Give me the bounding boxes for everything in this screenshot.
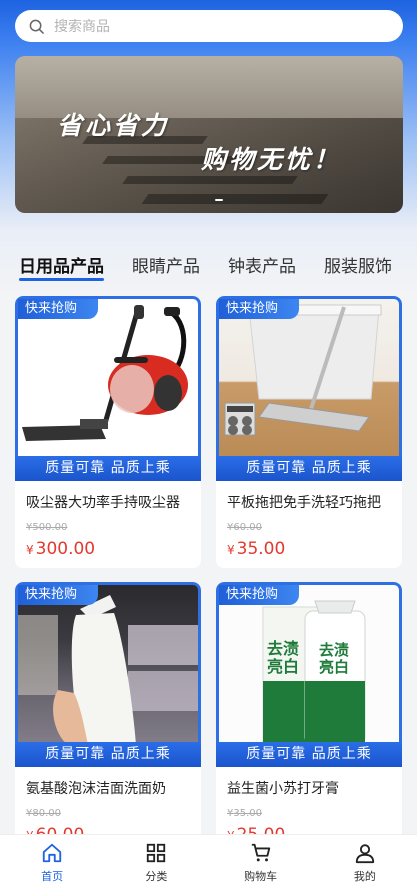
original-price: ¥60.00 xyxy=(227,522,262,533)
category-tabs: 日用品产品 眼睛产品 钟表产品 服装服饰 xyxy=(0,248,417,284)
nav-cart[interactable]: 购物车 xyxy=(209,835,313,886)
product-card[interactable]: 快来抢购 质量可靠 品质上乘 吸尘器大功率手持吸尘器 ¥500.00 ¥300.… xyxy=(15,296,201,568)
quality-strip: 质量可靠 品质上乘 xyxy=(15,742,201,767)
currency-symbol: ¥ xyxy=(26,543,34,557)
banner-indicator[interactable] xyxy=(215,199,223,201)
banner-shadow xyxy=(141,194,329,204)
price-value: 300.00 xyxy=(35,539,96,559)
sale-price: ¥300.00 xyxy=(26,539,95,559)
product-name[interactable]: 平板拖把免手洗轻巧拖把 xyxy=(227,492,392,512)
tab-daily-products[interactable]: 日用品产品 xyxy=(19,248,104,281)
flash-sale-badge: 快来抢购 xyxy=(219,585,299,605)
price-value: 35.00 xyxy=(236,539,286,559)
cart-icon xyxy=(251,843,270,862)
product-image[interactable]: 去渍 亮白 去渍 亮白 xyxy=(216,582,402,767)
quality-strip: 质量可靠 品质上乘 xyxy=(216,456,402,481)
flat-mop-icon xyxy=(224,304,382,436)
nav-cart-label: 购物车 xyxy=(244,870,278,883)
search-icon xyxy=(29,19,44,34)
original-price: ¥35.00 xyxy=(227,808,262,819)
nav-profile[interactable]: 我的 xyxy=(313,835,417,886)
tab-clothing[interactable]: 服装服饰 xyxy=(324,248,392,277)
flash-sale-badge: 快来抢购 xyxy=(219,299,299,319)
search-input[interactable]: 搜索商品 xyxy=(15,10,403,42)
banner-headline-2: 购物无忧！ xyxy=(201,145,342,174)
nav-home-label: 首页 xyxy=(41,870,64,883)
original-price: ¥80.00 xyxy=(26,808,61,819)
quality-strip: 质量可靠 品质上乘 xyxy=(216,742,402,767)
nav-category-label: 分类 xyxy=(145,870,168,883)
product-name[interactable]: 益生菌小苏打牙膏 xyxy=(227,778,392,798)
tab-watch-products[interactable]: 钟表产品 xyxy=(228,248,296,277)
product-name[interactable]: 吸尘器大功率手持吸尘器 xyxy=(26,492,191,512)
toothpaste-tube-label-2: 亮白 xyxy=(319,658,350,676)
product-image[interactable] xyxy=(216,296,402,481)
bottom-nav: 首页 分类 购物车 我的 xyxy=(0,834,417,886)
flash-sale-badge: 快来抢购 xyxy=(18,299,98,319)
toothpaste-icon xyxy=(262,600,366,745)
sale-price: ¥35.00 xyxy=(227,539,285,559)
product-card[interactable]: 快来抢购 质量可靠 品质上乘 平板拖把免手洗轻巧拖把 ¥60.00 ¥35.00 xyxy=(216,296,402,568)
banner-shadow xyxy=(122,176,298,184)
currency-symbol: ¥ xyxy=(227,543,235,557)
cleanser-bottle-icon xyxy=(18,595,198,745)
nav-category[interactable]: 分类 xyxy=(104,835,208,886)
search-placeholder: 搜索商品 xyxy=(54,19,110,35)
user-icon xyxy=(355,844,375,864)
nav-profile-label: 我的 xyxy=(353,870,376,883)
flash-sale-badge: 快来抢购 xyxy=(18,585,98,605)
nav-home[interactable]: 首页 xyxy=(0,835,104,886)
product-card[interactable]: 快来抢购 质量可靠 品质上乘 氨基酸泡沫洁面洗面奶 ¥80.00 ¥60.00 xyxy=(15,582,201,854)
vacuum-cleaner-icon xyxy=(22,305,188,441)
home-icon xyxy=(42,843,62,863)
toothpaste-label-2: 亮白 xyxy=(267,657,300,676)
tab-eye-products[interactable]: 眼睛产品 xyxy=(132,248,200,277)
promo-banner[interactable]: 省心省力 购物无忧！ xyxy=(15,56,403,213)
product-image[interactable] xyxy=(15,582,201,767)
product-card[interactable]: 去渍 亮白 去渍 亮白 快来抢购 质量可靠 品质上乘 益生菌小苏打牙膏 ¥35.… xyxy=(216,582,402,854)
original-price: ¥500.00 xyxy=(26,522,68,533)
quality-strip: 质量可靠 品质上乘 xyxy=(15,456,201,481)
banner-headline-1: 省心省力 xyxy=(57,111,170,140)
product-name[interactable]: 氨基酸泡沫洁面洗面奶 xyxy=(26,778,191,798)
product-image[interactable] xyxy=(15,296,201,481)
grid-icon xyxy=(147,843,166,863)
